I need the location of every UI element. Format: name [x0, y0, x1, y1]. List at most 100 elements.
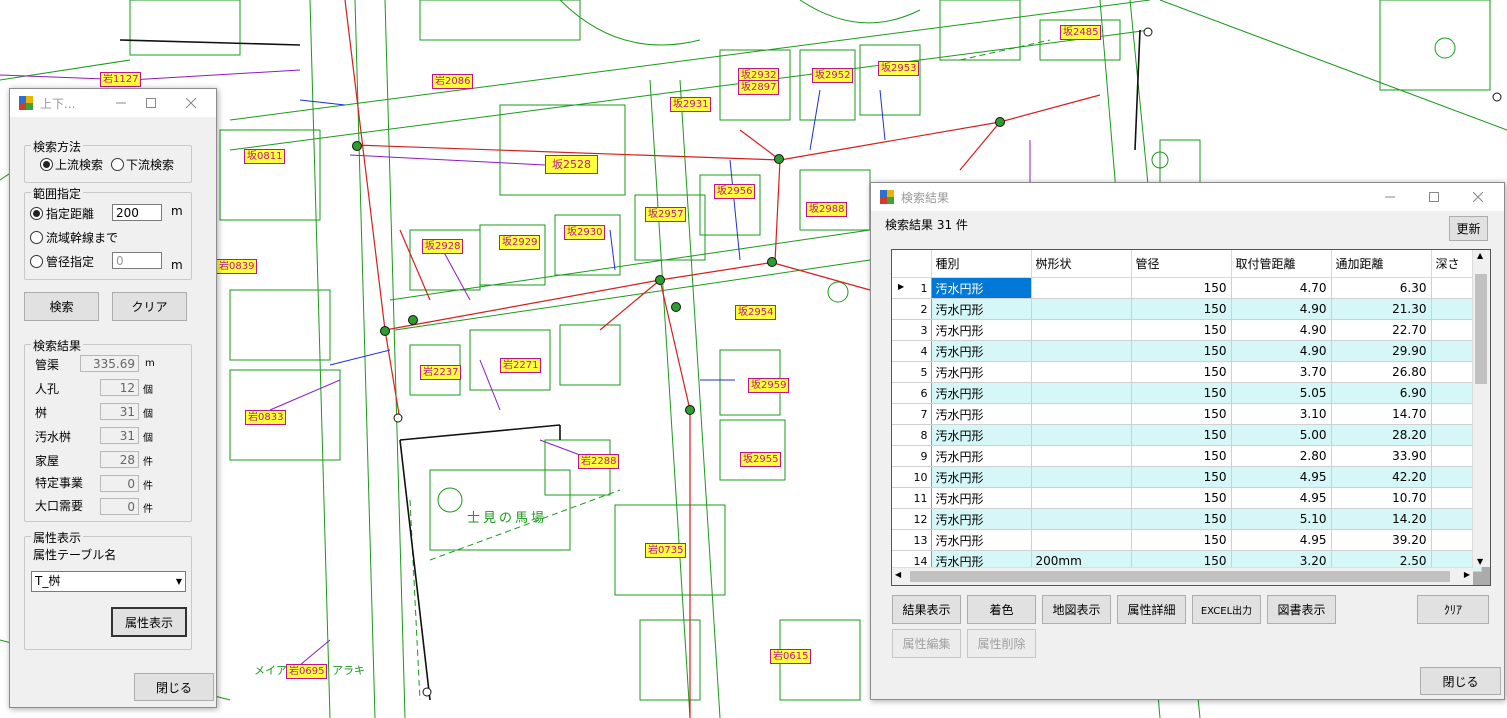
map-label[interactable]: 坂2959 — [748, 378, 790, 393]
cell-shape[interactable] — [1031, 487, 1132, 509]
cell-added-distance[interactable]: 29.90 — [1331, 340, 1432, 362]
title-bar[interactable]: 上下... — [10, 89, 216, 117]
upstream-label[interactable]: 上流検索 — [55, 156, 103, 173]
cell-shape[interactable] — [1031, 361, 1132, 383]
maximize-icon[interactable] — [1414, 183, 1454, 211]
cell-added-distance[interactable]: 6.90 — [1331, 382, 1432, 404]
cell-type[interactable]: 汚水円形 — [931, 424, 1032, 446]
scroll-right-icon[interactable]: ▶ — [1464, 570, 1470, 579]
map-label[interactable]: 坂2928 — [422, 239, 464, 254]
cell-type[interactable]: 汚水円形 — [931, 529, 1032, 551]
map-label[interactable]: 岩0695 — [286, 664, 328, 679]
table-row[interactable]: 6 汚水円形 150 5.05 6.90 — [892, 382, 1482, 404]
scroll-thumb[interactable] — [1475, 274, 1487, 384]
upstream-radio[interactable] — [40, 158, 53, 171]
map-label[interactable]: 岩0735 — [645, 543, 687, 558]
row-number[interactable]: 2 — [892, 298, 932, 320]
cell-shape[interactable] — [1031, 382, 1132, 404]
close-icon[interactable] — [176, 89, 206, 117]
row-number[interactable]: 4 — [892, 340, 932, 362]
cell-added-distance[interactable]: 39.20 — [1331, 529, 1432, 551]
map-label[interactable]: 坂2953 — [878, 61, 920, 76]
cell-shape[interactable] — [1031, 340, 1132, 362]
table-row[interactable]: 4 汚水円形 150 4.90 29.90 — [892, 340, 1482, 362]
refresh-button[interactable]: 更新 — [1449, 216, 1488, 241]
row-number[interactable]: 10 — [892, 466, 932, 488]
cell-diameter[interactable]: 150 — [1131, 361, 1232, 383]
distance-input[interactable]: 200 — [112, 204, 162, 221]
column-header[interactable]: 通加距離 — [1331, 250, 1432, 278]
row-number[interactable]: 11 — [892, 487, 932, 509]
cell-diameter[interactable]: 150 — [1131, 319, 1232, 341]
cell-type[interactable]: 汚水円形 — [931, 508, 1032, 530]
table-row[interactable]: 7 汚水円形 150 3.10 14.70 — [892, 403, 1482, 425]
scroll-up-icon[interactable]: ▲ — [1477, 251, 1483, 260]
map-label[interactable]: 岩2237 — [420, 365, 462, 380]
close-icon[interactable] — [1458, 183, 1498, 211]
cell-type[interactable]: 汚水円形 — [931, 340, 1032, 362]
cell-added-distance[interactable]: 26.80 — [1331, 361, 1432, 383]
cell-diameter[interactable]: 150 — [1131, 298, 1232, 320]
map-label[interactable]: 坂2931 — [670, 97, 712, 112]
map-label[interactable]: 坂2957 — [645, 207, 687, 222]
cell-diameter[interactable]: 150 — [1131, 277, 1232, 299]
drawing-display-button[interactable]: 図書表示 — [1267, 595, 1336, 624]
table-row[interactable]: 5 汚水円形 150 3.70 26.80 — [892, 361, 1482, 383]
cell-type[interactable]: 汚水円形 — [931, 298, 1032, 320]
cell-diameter[interactable]: 150 — [1131, 466, 1232, 488]
clear-button[interactable]: クリア — [112, 292, 187, 321]
cell-shape[interactable] — [1031, 529, 1132, 551]
excel-export-button[interactable]: EXCEL出力 — [1192, 595, 1261, 624]
table-row[interactable]: 2 汚水円形 150 4.90 21.30 — [892, 298, 1482, 320]
close-button[interactable]: 閉じる — [134, 673, 214, 701]
table-row[interactable]: 11 汚水円形 150 4.95 10.70 — [892, 487, 1482, 509]
table-row[interactable]: ▶ 1 汚水円形 150 4.70 6.30 — [892, 277, 1482, 299]
show-results-button[interactable]: 結果表示 — [892, 595, 961, 624]
cell-attach-distance[interactable]: 5.05 — [1231, 382, 1332, 404]
cell-attach-distance[interactable]: 5.00 — [1231, 424, 1332, 446]
minimize-icon[interactable] — [106, 89, 136, 117]
map-label[interactable]: 岩1127 — [100, 72, 142, 87]
maximize-icon[interactable] — [136, 89, 166, 117]
map-label[interactable]: 坂2485 — [1060, 25, 1102, 40]
map-label[interactable]: 坂2988 — [806, 202, 848, 217]
cell-added-distance[interactable]: 14.70 — [1331, 403, 1432, 425]
cell-attach-distance[interactable]: 4.90 — [1231, 319, 1332, 341]
table-row[interactable]: 3 汚水円形 150 4.90 22.70 — [892, 319, 1482, 341]
cell-attach-distance[interactable]: 5.10 — [1231, 508, 1332, 530]
title-bar[interactable]: 検索結果 — [871, 183, 1504, 211]
clear-button[interactable]: ｸﾘｱ — [1417, 595, 1489, 624]
column-header[interactable]: 種別 — [931, 250, 1032, 278]
map-label[interactable]: 坂2956 — [714, 184, 756, 199]
attribute-detail-button[interactable]: 属性詳細 — [1117, 595, 1186, 624]
row-number[interactable]: 8 — [892, 424, 932, 446]
close-button[interactable]: 閉じる — [1420, 667, 1501, 695]
cell-added-distance[interactable]: 10.70 — [1331, 487, 1432, 509]
cell-attach-distance[interactable]: 4.95 — [1231, 466, 1332, 488]
table-row[interactable]: 13 汚水円形 150 4.95 39.20 — [892, 529, 1482, 551]
cell-shape[interactable] — [1031, 508, 1132, 530]
map-label[interactable]: 岩2288 — [578, 454, 620, 469]
vertical-scrollbar[interactable]: ▲ ▼ — [1472, 250, 1490, 567]
scroll-down-icon[interactable]: ▼ — [1477, 557, 1483, 566]
cell-diameter[interactable]: 150 — [1131, 403, 1232, 425]
cell-added-distance[interactable]: 42.20 — [1331, 466, 1432, 488]
attribute-table-select[interactable]: T_桝 ▼ — [31, 571, 186, 592]
row-number[interactable]: 3 — [892, 319, 932, 341]
chevron-down-icon[interactable]: ▼ — [176, 572, 182, 591]
map-label[interactable]: 坂2528 — [545, 155, 598, 174]
cell-attach-distance[interactable]: 4.90 — [1231, 298, 1332, 320]
map-label[interactable]: 坂2897 — [738, 80, 780, 95]
cell-attach-distance[interactable]: 2.80 — [1231, 445, 1332, 467]
map-label[interactable]: 坂2929 — [499, 235, 541, 250]
cell-added-distance[interactable]: 22.70 — [1331, 319, 1432, 341]
downstream-radio[interactable] — [111, 158, 124, 171]
cell-attach-distance[interactable]: 4.95 — [1231, 529, 1332, 551]
column-header[interactable]: 管径 — [1131, 250, 1232, 278]
table-row[interactable]: 10 汚水円形 150 4.95 42.20 — [892, 466, 1482, 488]
cell-shape[interactable] — [1031, 445, 1132, 467]
results-grid[interactable]: 種別 桝形状 管径 取付管距離 通加距離 深さ ▶ 1 汚水円形 150 4.70 6.3… — [891, 249, 1491, 586]
cell-type[interactable]: 汚水円形 — [931, 382, 1032, 404]
map-label[interactable]: 岩0615 — [770, 649, 812, 664]
cell-diameter[interactable]: 150 — [1131, 382, 1232, 404]
